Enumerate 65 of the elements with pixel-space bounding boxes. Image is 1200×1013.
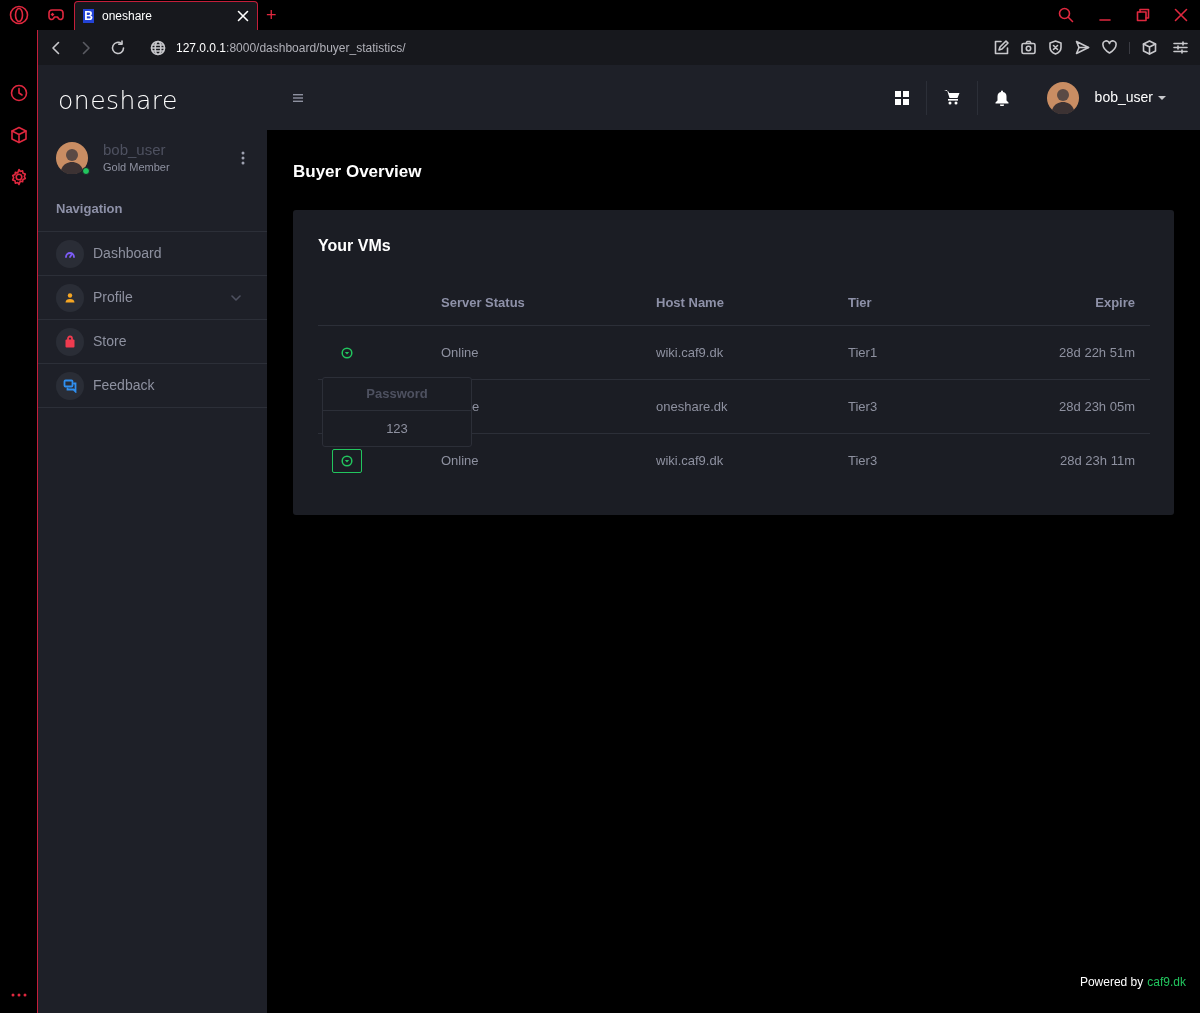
table-cell-text: 28d 22h 51m <box>1058 343 1136 362</box>
expand-button[interactable] <box>332 449 362 473</box>
logo: oneshare <box>58 84 178 117</box>
nav-item[interactable]: Store <box>38 320 267 364</box>
table-cell-text: Online <box>441 343 480 362</box>
table-cell-text: oneshare.dk <box>656 397 729 416</box>
table-cell-text: Tier3 <box>848 452 879 471</box>
popover-title: Password <box>366 385 428 404</box>
table-cell-text: wiki.caf9.dk <box>656 452 725 471</box>
chevron-circle-icon <box>341 346 353 359</box>
tab-title: oneshare <box>102 8 154 25</box>
column-header: Host Name <box>656 293 725 312</box>
clock-icon[interactable] <box>9 84 28 102</box>
globe-icon <box>150 39 166 56</box>
table-cell-text: wiki.caf9.dk <box>656 343 725 362</box>
search-icon[interactable] <box>1058 7 1074 23</box>
chevron-circle-icon <box>341 455 353 467</box>
section-heading: Navigation <box>56 200 123 219</box>
kebab-menu-icon[interactable] <box>241 151 245 165</box>
page-title: Buyer Overview <box>293 162 423 182</box>
table-cell-text: Online <box>441 452 480 471</box>
nav-item[interactable]: Profile <box>38 276 267 320</box>
favicon-icon: B <box>83 9 94 23</box>
column-header: Tier <box>848 293 873 312</box>
table-cell-text: e <box>471 397 481 416</box>
avatar <box>56 142 88 174</box>
reload-icon[interactable] <box>110 39 126 56</box>
footer-link[interactable]: caf9.dk <box>1147 973 1186 991</box>
camera-icon[interactable] <box>1021 40 1036 55</box>
browser-tab[interactable]: B oneshare <box>74 1 258 30</box>
grid-icon[interactable] <box>894 90 909 105</box>
notification-bell-icon[interactable] <box>994 89 1009 106</box>
nav-item[interactable]: Dashboard <box>38 232 267 276</box>
column-header: Server Status <box>441 293 526 312</box>
shield-icon[interactable] <box>1048 40 1063 55</box>
table-cell-text: 28d 23h 11m <box>1059 452 1136 471</box>
heart-icon[interactable] <box>1102 40 1117 55</box>
address-field[interactable]: 127.0.0.1:8000/dashboard/buyer_statistics/ <box>176 38 406 57</box>
settings-sliders-icon[interactable] <box>1173 40 1188 55</box>
settings-icon[interactable] <box>9 168 28 186</box>
send-icon[interactable] <box>1075 40 1090 55</box>
back-icon[interactable] <box>50 40 62 55</box>
table-cell-text: Tier1 <box>848 343 879 362</box>
avatar[interactable] <box>1046 81 1079 114</box>
column-header: Expire <box>1094 293 1136 312</box>
table-cell-text: Tier3 <box>848 397 879 416</box>
caret-icon <box>1158 95 1166 100</box>
user-role: Gold Member <box>103 160 171 175</box>
restore-icon[interactable] <box>1136 8 1150 22</box>
new-tab-button[interactable]: + <box>258 1 285 30</box>
gamepad-icon[interactable] <box>48 9 64 21</box>
forward-icon[interactable] <box>80 40 92 55</box>
user-name: bob_user <box>103 141 167 159</box>
snapshot-icon[interactable] <box>994 40 1009 55</box>
opera-logo-icon[interactable] <box>9 5 29 25</box>
user-menu[interactable]: bob_user <box>1094 87 1166 108</box>
menu-icon[interactable] <box>293 93 303 102</box>
nav-item[interactable]: Feedback <box>38 364 267 408</box>
card-title: Your VMs <box>318 236 392 256</box>
footer-text: Powered by <box>1079 974 1144 991</box>
more-icon[interactable] <box>10 993 27 997</box>
cart-icon[interactable] <box>943 90 960 105</box>
table-cell-text: 28d 23h 05m <box>1058 397 1136 416</box>
cube-icon[interactable] <box>1142 40 1157 55</box>
password-value: 123 <box>386 419 408 438</box>
